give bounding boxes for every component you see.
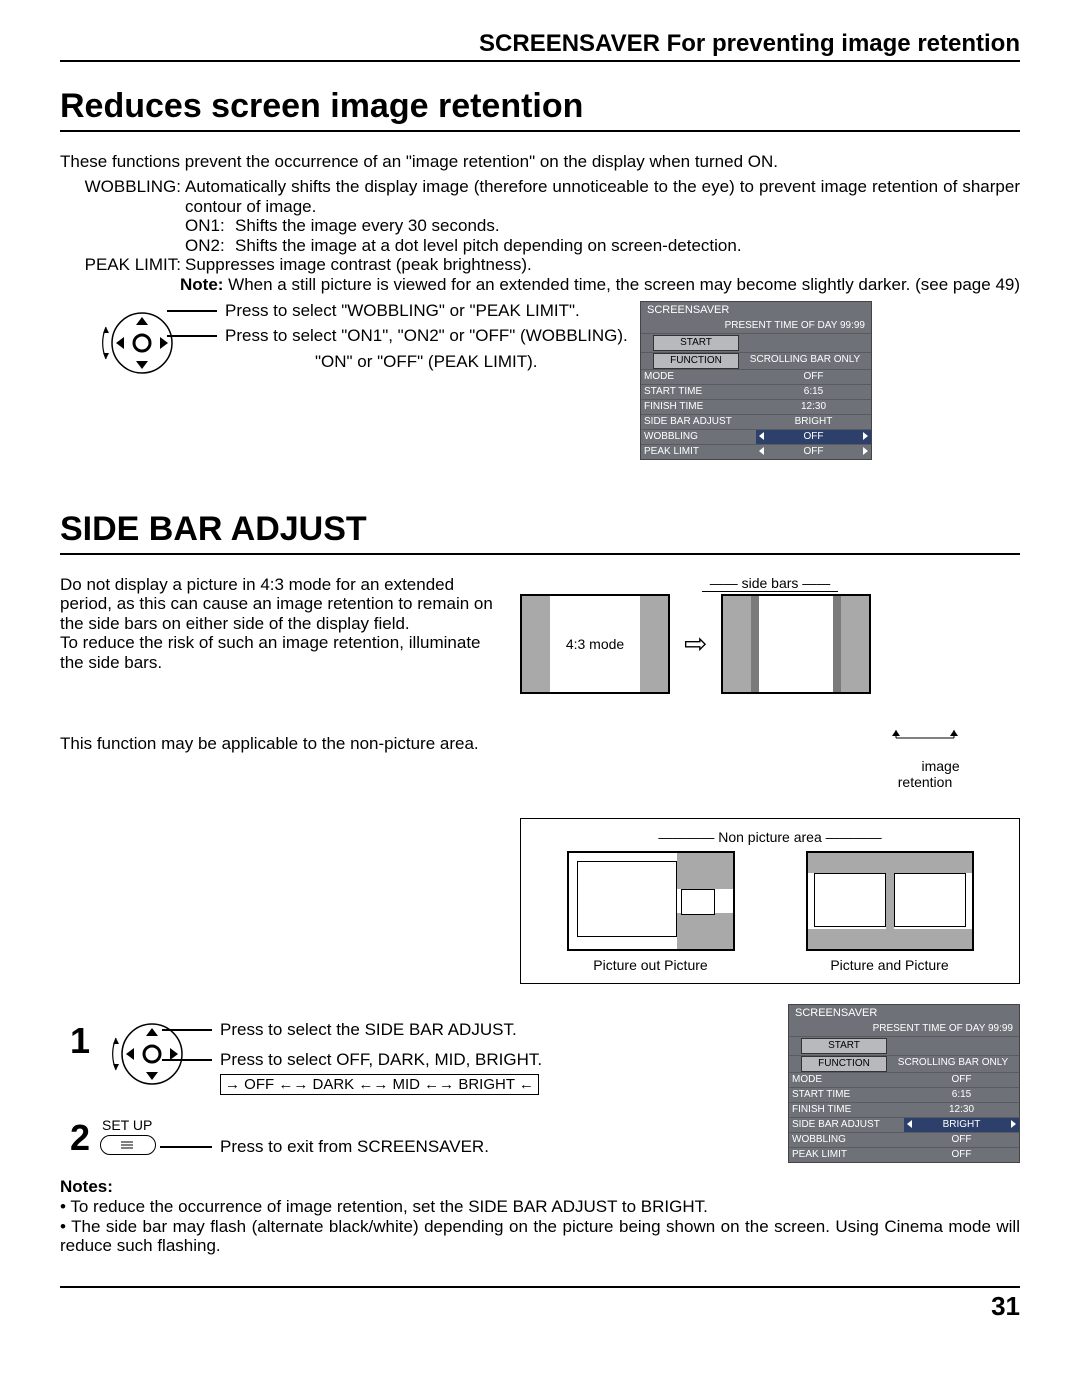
screen-pop <box>567 851 735 951</box>
wobbling-label: WOBBLING: <box>80 177 185 255</box>
on2-label: ON2: <box>185 236 235 256</box>
non-picture-label: Non picture area <box>718 829 822 845</box>
page-number: 31 <box>60 1292 1020 1322</box>
dial-icon <box>100 305 190 381</box>
peak-label: PEAK LIMIT: <box>80 255 185 275</box>
heading-sidebar: SIDE BAR ADJUST <box>60 510 1020 555</box>
on1-label: ON1: <box>185 216 235 236</box>
screen-43-mode: 4:3 mode <box>520 594 670 694</box>
dial-instruction-3: "ON" or "OFF" (PEAK LIMIT). <box>315 352 640 372</box>
pointer-icon <box>890 730 960 742</box>
mode-43-label: 4:3 mode <box>566 636 624 652</box>
image-retention-label: image retention <box>898 758 960 790</box>
note-row: Note: When a still picture is viewed for… <box>180 275 1020 295</box>
note-item: The side bar may flash (alternate black/… <box>60 1217 1020 1256</box>
page-header: SCREENSAVER For preventing image retenti… <box>60 30 1020 62</box>
step1-line2: Press to select OFF, DARK, MID, BRIGHT. <box>220 1050 768 1070</box>
note-item: To reduce the occurrence of image retent… <box>60 1197 1020 1217</box>
non-picture-box: ———— Non picture area ———— Picture out P… <box>520 818 1020 984</box>
sba-para-1: Do not display a picture in 4:3 mode for… <box>60 575 500 634</box>
step-2-num: 2 <box>60 1117 100 1158</box>
step2-line: Press to exit from SCREENSAVER. <box>220 1137 489 1156</box>
footer-rule <box>60 1286 1020 1288</box>
pap-label: Picture and Picture <box>806 957 974 973</box>
dial-icon <box>110 1014 200 1094</box>
note-label: Note: <box>180 275 223 294</box>
step-1-num: 1 <box>60 1020 100 1094</box>
step1-sequence: → OFF ←→ DARK ←→ MID ←→ BRIGHT ← <box>220 1074 539 1095</box>
osd-panel-2: SCREENSAVERPRESENT TIME OF DAY 99:99STAR… <box>788 1004 1020 1163</box>
on1-desc: Shifts the image every 30 seconds. <box>235 216 500 236</box>
peak-def: PEAK LIMIT: Suppresses image contrast (p… <box>80 255 1020 275</box>
screen-pap <box>806 851 974 951</box>
notes-list: To reduce the occurrence of image retent… <box>60 1197 1020 1256</box>
wobbling-desc: Automatically shifts the display image (… <box>185 177 1020 216</box>
setup-button-icon <box>100 1135 156 1155</box>
note-text: When a still picture is viewed for an ex… <box>223 275 1020 294</box>
osd-panel-1: SCREENSAVERPRESENT TIME OF DAY 99:99STAR… <box>640 301 872 460</box>
pop-label: Picture out Picture <box>567 957 735 973</box>
screen-retention <box>721 594 871 694</box>
on2-desc: Shifts the image at a dot level pitch de… <box>235 236 742 256</box>
step1-line1: Press to select the SIDE BAR ADJUST. <box>220 1020 768 1040</box>
dial-instruction-2: Press to select "ON1", "ON2" or "OFF" (W… <box>225 326 640 346</box>
dial-instruction-1: Press to select "WOBBLING" or "PEAK LIMI… <box>225 301 640 321</box>
wobbling-def: WOBBLING: Automatically shifts the displ… <box>80 177 1020 255</box>
notes-heading: Notes: <box>60 1177 1020 1197</box>
heading-reduces: Reduces screen image retention <box>60 87 1020 132</box>
side-bars-label: side bars <box>742 575 799 591</box>
setup-label: SET UP <box>102 1117 220 1133</box>
arrow-icon: ⇨ <box>684 628 707 660</box>
peak-desc: Suppresses image contrast (peak brightne… <box>185 255 1020 275</box>
sba-para-2: To reduce the risk of such an image rete… <box>60 633 500 672</box>
sba-para-3: This function may be applicable to the n… <box>60 734 500 754</box>
intro-text: These functions prevent the occurrence o… <box>60 152 1020 172</box>
